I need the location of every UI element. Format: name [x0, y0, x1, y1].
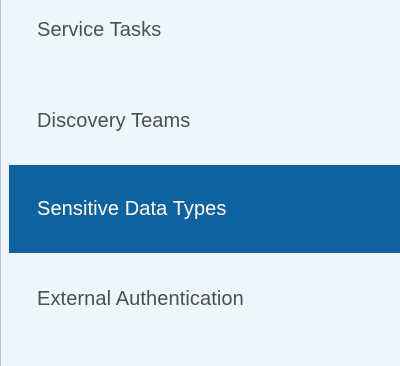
sidebar-item-external-authentication[interactable]: External Authentication [9, 255, 400, 343]
sidebar-item-label: External Authentication [37, 287, 244, 310]
sidebar-item-label: Sensitive Data Types [37, 197, 227, 220]
sidebar-item-label: Service Tasks [37, 18, 162, 41]
sidebar-item-sensitive-data-types[interactable]: Sensitive Data Types [9, 165, 400, 253]
sidebar-nav: Service Tasks Discovery Teams Sensitive … [0, 0, 400, 366]
sidebar-item-service-tasks[interactable]: Service Tasks [9, 0, 400, 74]
sidebar-item-label: Discovery Teams [37, 109, 191, 132]
sidebar-item-discovery-teams[interactable]: Discovery Teams [9, 77, 400, 165]
